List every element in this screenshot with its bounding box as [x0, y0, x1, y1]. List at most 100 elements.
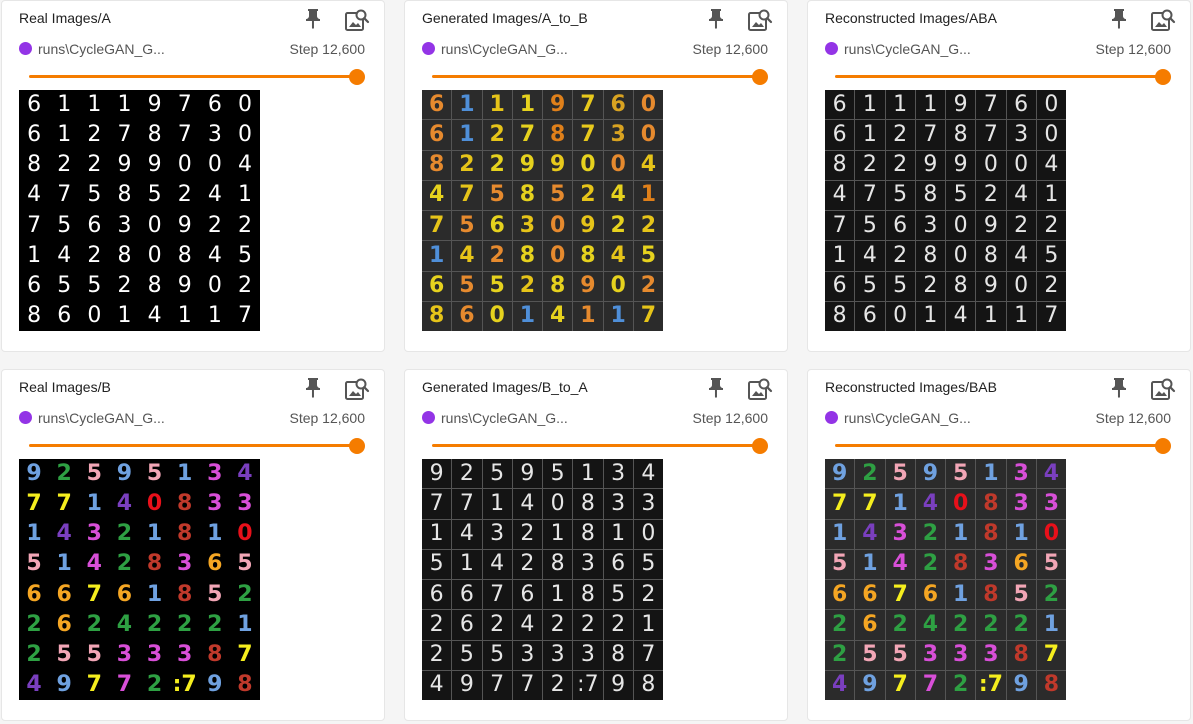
digit-cell: 6: [482, 211, 512, 241]
slider-thumb[interactable]: [349, 438, 365, 454]
pin-icon[interactable]: [301, 376, 325, 400]
digit-cell: 1: [1036, 610, 1066, 640]
digit-cell: 1: [976, 459, 1006, 489]
image-grid: 6111976061278730822990044758524175630922…: [825, 90, 1066, 331]
digit-cell: 7: [169, 120, 200, 151]
digit-cell: 1: [825, 241, 855, 271]
digit-cell: 2: [109, 549, 140, 580]
pin-icon[interactable]: [704, 7, 728, 31]
digit-cell: 0: [199, 270, 230, 301]
image-zoom-icon[interactable]: [1150, 376, 1176, 402]
slider-thumb[interactable]: [752, 438, 768, 454]
digit-cell: 3: [199, 459, 230, 490]
digit-cell: 4: [633, 150, 663, 180]
digit-cell: 2: [109, 519, 140, 550]
digit-cell: 2: [855, 150, 885, 180]
pin-icon[interactable]: [1107, 7, 1131, 31]
digit-cell: 4: [199, 240, 230, 271]
digit-cell: 8: [422, 301, 452, 331]
run-color-dot: [19, 411, 32, 424]
digit-cell: 7: [79, 669, 110, 700]
slider-thumb[interactable]: [1155, 69, 1171, 85]
digit-cell: 4: [915, 610, 945, 640]
digit-cell: 3: [915, 640, 945, 670]
digit-cell: 8: [169, 240, 200, 271]
digit-cell: 4: [229, 150, 260, 181]
step-slider[interactable]: [432, 66, 770, 88]
digit-cell: 8: [825, 301, 855, 331]
digit-cell: 7: [49, 489, 80, 520]
digit-cell: 3: [229, 489, 260, 520]
pin-icon[interactable]: [1107, 376, 1131, 400]
digit-cell: 1: [19, 519, 50, 550]
digit-cell: 5: [199, 579, 230, 610]
step-slider[interactable]: [835, 435, 1173, 457]
digit-cell: 6: [452, 580, 482, 610]
digit-cell: 5: [946, 180, 976, 210]
image-grid: 9259513477140833143218105142836566761852…: [825, 459, 1066, 700]
slider-thumb[interactable]: [1155, 438, 1171, 454]
run-color-dot: [825, 411, 838, 424]
slider-thumb[interactable]: [349, 69, 365, 85]
digit-cell: 4: [603, 180, 633, 210]
digit-cell: 8: [139, 270, 170, 301]
digit-cell: 1: [452, 549, 482, 579]
image-zoom-icon[interactable]: [1150, 7, 1176, 33]
digit-cell: 3: [109, 210, 140, 241]
digit-cell: 2: [229, 270, 260, 301]
digit-cell: 7: [19, 210, 50, 241]
image-zoom-icon[interactable]: [344, 376, 370, 402]
digit-cell: 2: [79, 150, 110, 181]
digit-cell: 4: [49, 240, 80, 271]
digit-cell: 6: [49, 609, 80, 640]
digit-cell: 7: [109, 120, 140, 151]
digit-cell: 8: [603, 640, 633, 670]
digit-cell: 6: [49, 579, 80, 610]
image-zoom-icon[interactable]: [344, 7, 370, 33]
slider-track: [835, 75, 1163, 78]
digit-cell: 8: [199, 639, 230, 670]
image-zoom-icon[interactable]: [747, 376, 773, 402]
digit-cell: 8: [169, 579, 200, 610]
digit-cell: 1: [543, 580, 573, 610]
pin-icon[interactable]: [301, 7, 325, 31]
digit-cell: 2: [633, 580, 663, 610]
digit-cell: 6: [855, 301, 885, 331]
run-color-dot: [825, 42, 838, 55]
digit-cell: 0: [543, 489, 573, 519]
slider-thumb[interactable]: [752, 69, 768, 85]
step-slider[interactable]: [29, 435, 367, 457]
digit-cell: 4: [543, 301, 573, 331]
step-slider[interactable]: [835, 66, 1173, 88]
digit-cell: 3: [512, 640, 542, 670]
digit-cell: 2: [229, 210, 260, 241]
digit-cell: 8: [573, 241, 603, 271]
digit-cell: 1: [139, 519, 170, 550]
digit-cell: 6: [825, 580, 855, 610]
digit-cell: 0: [946, 211, 976, 241]
step-slider[interactable]: [432, 435, 770, 457]
digit-cell: 3: [976, 549, 1006, 579]
digit-cell: 3: [169, 639, 200, 670]
digit-cell: 2: [512, 519, 542, 549]
digit-cell: 2: [482, 120, 512, 150]
digit-cell: 0: [1036, 519, 1066, 549]
digit-cell: 0: [603, 150, 633, 180]
digit-cell: 2: [49, 150, 80, 181]
pin-icon[interactable]: [704, 376, 728, 400]
digit-cell: 5: [482, 271, 512, 301]
digit-cell: 7: [855, 180, 885, 210]
digit-cell: 7: [79, 579, 110, 610]
step-slider[interactable]: [29, 66, 367, 88]
digit-cell: 2: [633, 271, 663, 301]
digit-cell: 0: [946, 241, 976, 271]
digit-cell: 2: [885, 120, 915, 150]
image-zoom-icon[interactable]: [747, 7, 773, 33]
digit-cell: 0: [573, 150, 603, 180]
digit-cell: 7: [633, 640, 663, 670]
digit-cell: 4: [825, 180, 855, 210]
step-label: Step 12,600: [289, 410, 365, 426]
digit-cell: 6: [512, 580, 542, 610]
digit-cell: 2: [573, 180, 603, 210]
digit-cell: 2: [603, 610, 633, 640]
